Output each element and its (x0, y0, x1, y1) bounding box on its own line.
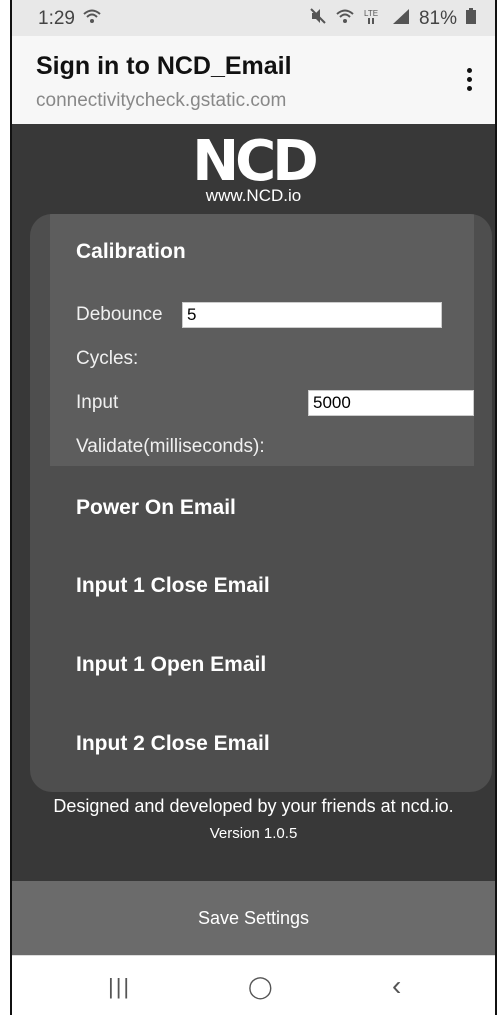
ncd-logo: NCD (12, 129, 495, 194)
status-bar: 1:29 LTE 81% (12, 0, 495, 36)
recents-icon[interactable]: ||| (108, 974, 131, 1000)
status-icons: LTE 81% (309, 7, 477, 31)
svg-text:LTE: LTE (364, 9, 378, 18)
signal-icon (391, 7, 411, 31)
settings-card: Calibration Debounce Cycles: Input Valid… (30, 214, 492, 792)
calibration-title[interactable]: Calibration (76, 240, 186, 264)
back-icon[interactable]: ‹ (392, 970, 401, 1002)
status-time: 1:29 (38, 8, 75, 29)
section-input2-close-email[interactable]: Input 2 Close Email (76, 732, 270, 756)
logo-mark: NCD (192, 129, 318, 194)
debounce-label: Debounce (76, 304, 163, 325)
wifi-icon (82, 7, 102, 31)
debounce-cycles-input[interactable] (182, 302, 442, 328)
portal-page: NCD www.NCD.io Calibration Debounce Cycl… (12, 124, 495, 881)
validate-label: Validate(milliseconds): (76, 436, 265, 457)
browser-header: Sign in to NCD_Email connectivitycheck.g… (12, 36, 495, 125)
input-label: Input (76, 392, 119, 413)
battery-icon (465, 7, 477, 31)
page-url: connectivitycheck.gstatic.com (36, 90, 287, 111)
page-title: Sign in to NCD_Email (36, 52, 292, 80)
more-vert-icon[interactable] (467, 68, 473, 96)
calibration-section: Calibration Debounce Cycles: Input Valid… (50, 214, 474, 466)
logo-url[interactable]: www.NCD.io (12, 186, 495, 206)
battery-percent: 81% (418, 8, 457, 29)
section-power-on-email[interactable]: Power On Email (76, 496, 236, 520)
section-input1-open-email[interactable]: Input 1 Open Email (76, 653, 266, 677)
footer-credit: Designed and developed by your friends a… (53, 796, 454, 816)
lte-icon: LTE (363, 7, 383, 31)
footer: Designed and developed by your friends a… (12, 794, 495, 846)
phone-screen: 1:29 LTE 81% Sign in to NCD_Email connec… (10, 0, 497, 1015)
mute-icon (309, 7, 327, 31)
input-validate-field[interactable] (308, 390, 474, 416)
cycles-label: Cycles: (76, 348, 139, 369)
nav-bar: ||| ◯ ‹ (12, 955, 495, 1015)
section-input1-close-email[interactable]: Input 1 Close Email (76, 574, 270, 598)
wifi-icon (335, 7, 355, 31)
version-label: Version 1.0.5 (209, 825, 298, 842)
home-icon[interactable]: ◯ (248, 974, 273, 1000)
save-settings-button[interactable]: Save Settings (12, 881, 495, 955)
